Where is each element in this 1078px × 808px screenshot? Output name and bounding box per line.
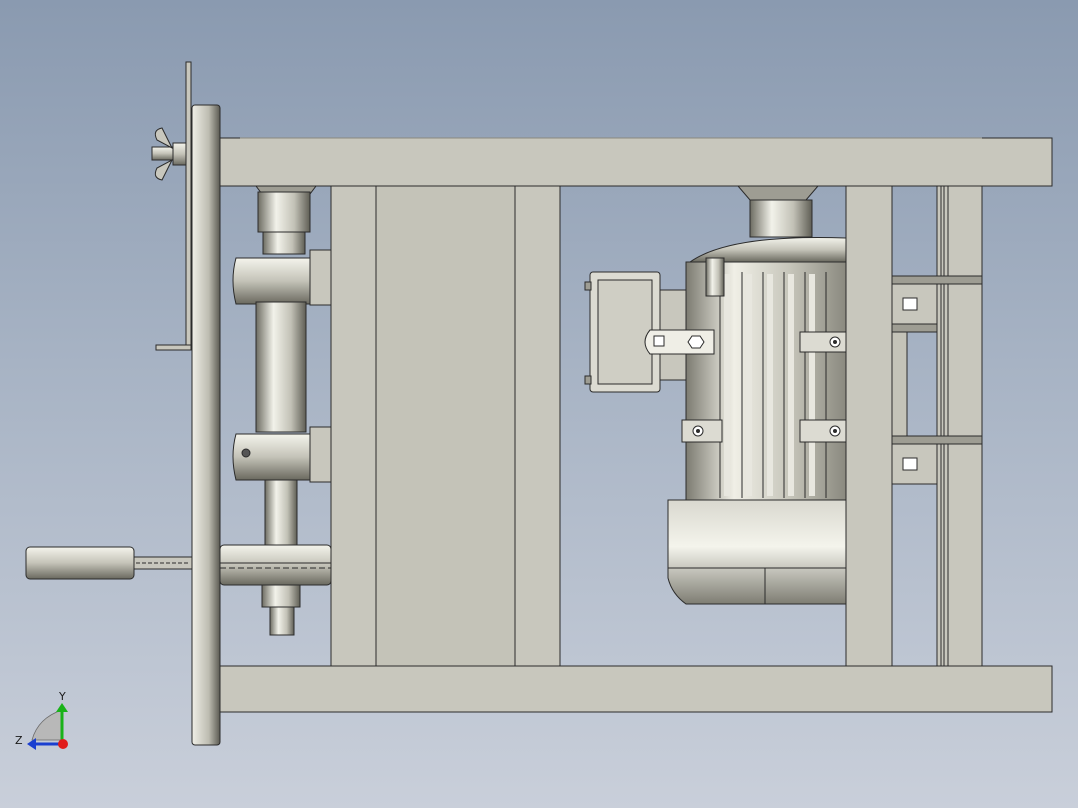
cad-model-drawing[interactable]: Y Z	[0, 0, 1078, 808]
z-axis-label: Z	[15, 734, 23, 747]
frame-vertical-members	[330, 185, 983, 667]
handle-knob	[25, 546, 193, 580]
x-axis-dot	[58, 739, 68, 749]
coordinate-triad: Y Z	[15, 690, 68, 750]
cad-viewport[interactable]: Y Z	[0, 0, 1078, 808]
wing-nut	[151, 127, 187, 181]
frame-top-rail	[219, 137, 1053, 187]
electric-motor	[667, 185, 847, 605]
frame-bottom-rail	[219, 665, 1053, 713]
shaft-assembly	[219, 185, 332, 636]
y-axis-label: Y	[58, 690, 66, 703]
